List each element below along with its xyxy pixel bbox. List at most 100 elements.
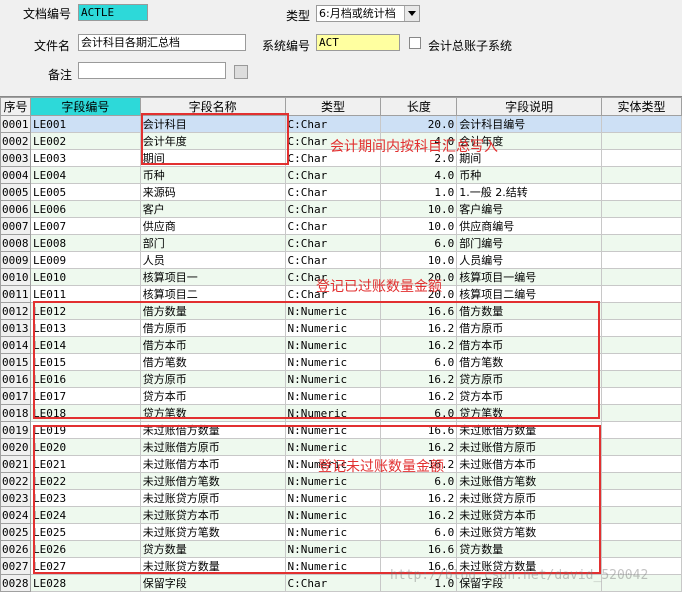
field-code-cell[interactable]: LE001: [29, 115, 141, 133]
entity-type-cell[interactable]: [601, 455, 682, 473]
entity-type-cell[interactable]: [601, 149, 682, 167]
field-code-cell[interactable]: LE026: [29, 540, 141, 558]
length-cell[interactable]: 20.0: [380, 268, 458, 286]
length-cell[interactable]: 6.0: [380, 472, 458, 490]
row-seq-cell[interactable]: 0004: [0, 166, 31, 184]
memo-edit-icon[interactable]: [234, 65, 248, 79]
table-row[interactable]: 0004 LE004 币种 C:Char 4.0 币种: [0, 166, 682, 184]
field-name-cell[interactable]: 未过账贷方原币: [139, 489, 286, 507]
length-cell[interactable]: 16.6: [380, 421, 458, 439]
length-cell[interactable]: 16.6: [380, 302, 458, 320]
field-code-cell[interactable]: LE020: [29, 438, 141, 456]
field-code-cell[interactable]: LE013: [29, 319, 141, 337]
field-code-cell[interactable]: LE005: [29, 183, 141, 201]
field-name-cell[interactable]: 部门: [139, 234, 286, 252]
length-cell[interactable]: 20.0: [380, 115, 458, 133]
length-cell[interactable]: 16.2: [380, 506, 458, 524]
entity-type-cell[interactable]: [601, 183, 682, 201]
field-code-cell[interactable]: LE025: [29, 523, 141, 541]
description-cell[interactable]: 核算项目二编号: [456, 285, 603, 303]
field-name-cell[interactable]: 核算项目一: [139, 268, 286, 286]
row-seq-cell[interactable]: 0023: [0, 489, 31, 507]
row-seq-cell[interactable]: 0020: [0, 438, 31, 456]
table-row[interactable]: 0001 LE001 会计科目 C:Char 20.0 会计科目编号: [0, 115, 682, 133]
length-cell[interactable]: 4.0: [380, 132, 458, 150]
row-seq-cell[interactable]: 0002: [0, 132, 31, 150]
description-cell[interactable]: 供应商编号: [456, 217, 603, 235]
description-cell[interactable]: 1.一般 2.结转: [456, 183, 603, 201]
length-cell[interactable]: 16.2: [380, 370, 458, 388]
entity-type-cell[interactable]: [601, 523, 682, 541]
table-row[interactable]: 0005 LE005 来源码 C:Char 1.0 1.一般 2.结转: [0, 183, 682, 201]
type-cell[interactable]: C:Char: [284, 574, 382, 592]
entity-type-cell[interactable]: [601, 404, 682, 422]
description-cell[interactable]: 人员编号: [456, 251, 603, 269]
length-cell[interactable]: 10.0: [380, 217, 458, 235]
entity-type-cell[interactable]: [601, 251, 682, 269]
description-cell[interactable]: 未过账借方数量: [456, 421, 603, 439]
row-seq-cell[interactable]: 0005: [0, 183, 31, 201]
type-cell[interactable]: C:Char: [284, 200, 382, 218]
description-cell[interactable]: 借方原币: [456, 319, 603, 337]
entity-type-cell[interactable]: [601, 115, 682, 133]
type-cell[interactable]: N:Numeric: [284, 523, 382, 541]
field-name-cell[interactable]: 未过账贷方笔数: [139, 523, 286, 541]
entity-type-cell[interactable]: [601, 370, 682, 388]
description-cell[interactable]: 币种: [456, 166, 603, 184]
field-code-cell[interactable]: LE028: [29, 574, 141, 592]
type-cell[interactable]: N:Numeric: [284, 370, 382, 388]
entity-type-cell[interactable]: [601, 285, 682, 303]
table-row[interactable]: 0008 LE008 部门 C:Char 6.0 部门编号: [0, 234, 682, 252]
row-seq-cell[interactable]: 0026: [0, 540, 31, 558]
type-cell[interactable]: N:Numeric: [284, 336, 382, 354]
field-name-cell[interactable]: 供应商: [139, 217, 286, 235]
field-code-cell[interactable]: LE004: [29, 166, 141, 184]
table-row[interactable]: 0023 LE023 未过账贷方原币 N:Numeric 16.2 未过账贷方原币: [0, 489, 682, 507]
entity-type-cell[interactable]: [601, 200, 682, 218]
entity-type-cell[interactable]: [601, 166, 682, 184]
type-cell[interactable]: C:Char: [284, 251, 382, 269]
table-row[interactable]: 0027 LE027 未过账贷方数量 N:Numeric 16.6 未过账贷方数量: [0, 557, 682, 575]
field-code-cell[interactable]: LE019: [29, 421, 141, 439]
description-cell[interactable]: 会计科目编号: [456, 115, 603, 133]
type-cell[interactable]: C:Char: [284, 217, 382, 235]
entity-type-cell[interactable]: [601, 268, 682, 286]
row-seq-cell[interactable]: 0003: [0, 149, 31, 167]
row-seq-cell[interactable]: 0015: [0, 353, 31, 371]
entity-type-cell[interactable]: [601, 234, 682, 252]
description-cell[interactable]: 借方本币: [456, 336, 603, 354]
field-code-cell[interactable]: LE023: [29, 489, 141, 507]
row-seq-cell[interactable]: 0006: [0, 200, 31, 218]
length-cell[interactable]: 10.0: [380, 251, 458, 269]
table-row[interactable]: 0016 LE016 贷方原币 N:Numeric 16.2 贷方原币: [0, 370, 682, 388]
entity-type-cell[interactable]: [601, 336, 682, 354]
field-code-cell[interactable]: LE009: [29, 251, 141, 269]
description-cell[interactable]: 贷方笔数: [456, 404, 603, 422]
field-name-cell[interactable]: 未过账贷方数量: [139, 557, 286, 575]
field-name-cell[interactable]: 借方数量: [139, 302, 286, 320]
field-name-cell[interactable]: 未过账借方原币: [139, 438, 286, 456]
field-name-cell[interactable]: 未过账借方笔数: [139, 472, 286, 490]
description-cell[interactable]: 会计年度: [456, 132, 603, 150]
row-seq-cell[interactable]: 0012: [0, 302, 31, 320]
col-header-entity-type[interactable]: 实体类型: [601, 97, 682, 116]
type-cell[interactable]: C:Char: [284, 285, 382, 303]
table-row[interactable]: 0011 LE011 核算项目二 C:Char 20.0 核算项目二编号: [0, 285, 682, 303]
length-cell[interactable]: 16.6: [380, 557, 458, 575]
type-cell[interactable]: N:Numeric: [284, 438, 382, 456]
table-row[interactable]: 0021 LE021 未过账借方本币 N:Numeric 16.2 未过账借方本币: [0, 455, 682, 473]
length-cell[interactable]: 1.0: [380, 574, 458, 592]
field-code-cell[interactable]: LE008: [29, 234, 141, 252]
field-name-cell[interactable]: 借方笔数: [139, 353, 286, 371]
field-name-cell[interactable]: 期间: [139, 149, 286, 167]
table-row[interactable]: 0012 LE012 借方数量 N:Numeric 16.6 借方数量: [0, 302, 682, 320]
field-code-cell[interactable]: LE014: [29, 336, 141, 354]
field-name-cell[interactable]: 人员: [139, 251, 286, 269]
length-cell[interactable]: 16.2: [380, 438, 458, 456]
type-cell[interactable]: N:Numeric: [284, 489, 382, 507]
description-cell[interactable]: 借方笔数: [456, 353, 603, 371]
length-cell[interactable]: 16.2: [380, 455, 458, 473]
description-cell[interactable]: 未过账贷方原币: [456, 489, 603, 507]
row-seq-cell[interactable]: 0028: [0, 574, 31, 592]
description-cell[interactable]: 期间: [456, 149, 603, 167]
